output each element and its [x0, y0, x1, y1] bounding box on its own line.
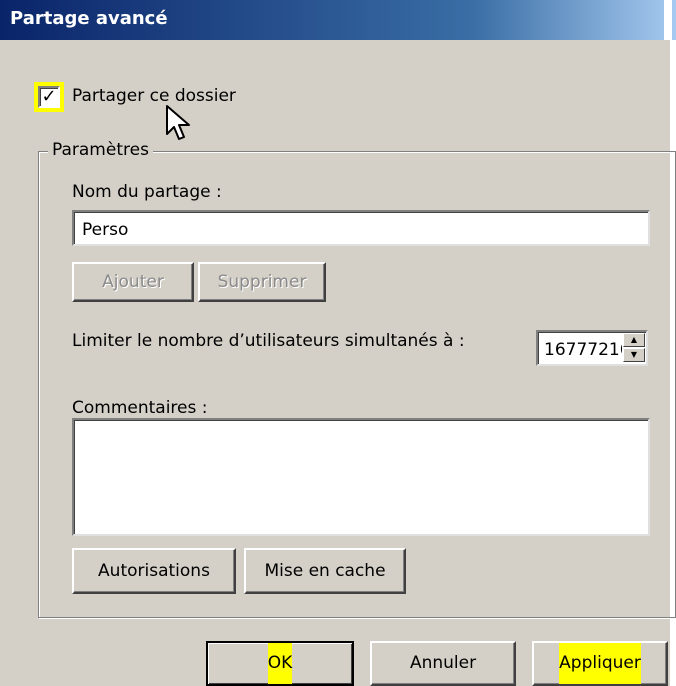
- title-bar: Partage avancé: [0, 0, 676, 40]
- add-button[interactable]: Ajouter: [72, 262, 194, 302]
- add-button-label: Ajouter: [102, 272, 164, 292]
- comments-label: Commentaires :: [72, 398, 208, 418]
- spin-up-arrow-icon[interactable]: ▲: [623, 333, 645, 347]
- checkmark-icon: ✓: [41, 86, 57, 107]
- window-title: Partage avancé: [10, 8, 168, 29]
- comments-textarea[interactable]: [72, 418, 650, 536]
- share-checkbox-highlight: ✓: [34, 82, 64, 112]
- ok-button[interactable]: OK: [206, 641, 354, 686]
- caching-button-label: Mise en cache: [264, 561, 386, 581]
- remove-button[interactable]: Supprimer: [198, 262, 326, 302]
- caching-button[interactable]: Mise en cache: [244, 548, 406, 594]
- share-name-value: Perso: [82, 220, 129, 240]
- share-checkbox[interactable]: ✓: [38, 86, 60, 108]
- apply-button[interactable]: Appliquer: [532, 641, 668, 686]
- title-bar-edge: [664, 0, 672, 40]
- apply-button-label: Appliquer: [559, 643, 641, 684]
- ok-button-label: OK: [267, 643, 293, 684]
- spin-down-arrow-icon[interactable]: ▼: [623, 348, 645, 362]
- user-limit-value[interactable]: 16777216: [544, 340, 622, 360]
- permissions-button[interactable]: Autorisations: [72, 548, 236, 594]
- user-limit-label: Limiter le nombre d’utilisateurs simulta…: [72, 331, 465, 351]
- share-name-input[interactable]: Perso: [72, 210, 650, 246]
- permissions-button-label: Autorisations: [98, 561, 210, 581]
- cancel-button-label: Annuler: [409, 653, 477, 673]
- remove-button-label: Supprimer: [217, 272, 307, 292]
- mouse-cursor-icon: [166, 105, 190, 140]
- settings-group-title: Paramètres: [48, 140, 153, 160]
- share-name-label: Nom du partage :: [72, 182, 222, 202]
- cancel-button[interactable]: Annuler: [370, 641, 516, 686]
- user-limit-stepper[interactable]: 16777216 ▲ ▼: [536, 330, 648, 366]
- share-checkbox-label[interactable]: Partager ce dossier: [72, 86, 236, 106]
